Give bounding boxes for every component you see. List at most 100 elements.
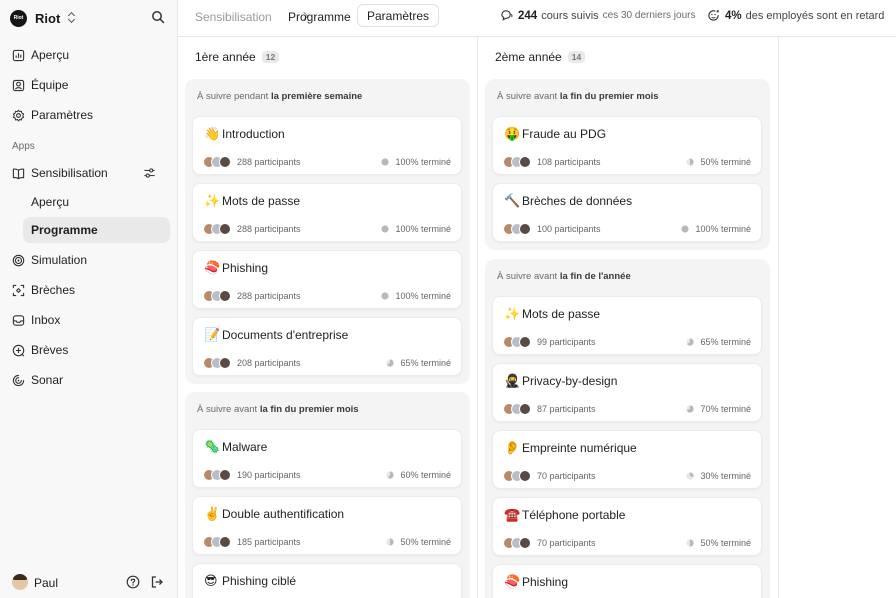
avatar	[519, 537, 531, 549]
participant-avatars	[503, 336, 537, 348]
breadcrumb-programme[interactable]: Programme	[288, 10, 351, 24]
apps-section-title: Apps	[12, 141, 35, 152]
sidebar-item-apercu[interactable]: Aperçu	[6, 42, 170, 68]
course-card[interactable]: 🔨 Brèches de données 100 participants 100% …	[492, 183, 762, 242]
course-card[interactable]: 🍣 Phishing	[492, 564, 762, 598]
completion-text: 50% terminé	[400, 537, 451, 547]
group-title-prefix: À suivre avant	[497, 91, 558, 102]
course-card[interactable]: 🦠 Malware 190 participants 60% terminé	[192, 429, 462, 488]
sidebar-item-label: Inbox	[31, 313, 61, 327]
sidebar-item-label: Brèches	[31, 283, 76, 297]
course-title: Malware	[222, 440, 268, 454]
completion-text: 65% terminé	[400, 358, 451, 368]
avatar	[519, 403, 531, 415]
progress-pie-icon	[381, 158, 390, 166]
sidebar-item-label: Simulation	[31, 253, 88, 267]
user-name[interactable]: Paul	[34, 576, 58, 590]
courses-stat: 244 cours suivis ces 30 derniers jours	[500, 9, 695, 22]
sidebar-item-breches[interactable]: Brèches	[6, 277, 170, 303]
completion-status: 100% terminé	[381, 157, 451, 167]
course-emoji-icon: 🥷	[504, 374, 521, 389]
avatar	[519, 336, 531, 348]
course-emoji-icon: ✨	[504, 307, 521, 322]
course-card[interactable]: 👋 Introduction 288 participants 100% termin…	[192, 116, 462, 175]
breach-icon	[12, 284, 25, 296]
course-title: Documents d'entreprise	[222, 328, 349, 342]
group-title-deadline: la fin de l'année	[559, 271, 631, 282]
course-card[interactable]: ✨ Mots de passe 288 participants 100% termi…	[192, 183, 462, 242]
participant-count: 87 participants	[537, 404, 596, 414]
search-icon[interactable]	[151, 10, 165, 24]
course-card[interactable]: 👂 Empreinte numérique 70 participants 30% t…	[492, 430, 762, 489]
course-card[interactable]: 📝 Documents d'entreprise 208 participants 6…	[192, 317, 462, 376]
sidebar-item-parametres[interactable]: Paramètres	[6, 102, 170, 128]
participant-avatars	[203, 290, 237, 302]
user-icon	[12, 79, 25, 91]
progress-pie-icon	[381, 225, 390, 233]
courses-count: 244	[518, 9, 538, 22]
course-card[interactable]: 😎 Phishing ciblé	[192, 563, 462, 598]
participant-avatars	[503, 156, 537, 168]
tab-parametres[interactable]: Paramètres	[357, 4, 440, 27]
course-group: À suivre avant la fin du premier mois 🦠 Ma…	[185, 392, 470, 598]
course-emoji-icon: 🔨	[504, 194, 521, 209]
course-title: Privacy-by-design	[522, 374, 618, 388]
help-icon[interactable]	[126, 575, 140, 589]
sidebar-item-apercu-sub[interactable]: Aperçu	[23, 189, 170, 215]
course-title: Téléphone portable	[522, 508, 626, 522]
group-title: À suivre avant la fin de l'année	[497, 271, 631, 282]
completion-text: 65% terminé	[700, 337, 751, 347]
participant-count: 99 participants	[537, 337, 596, 347]
completion-text: 60% terminé	[400, 470, 451, 480]
course-emoji-icon: 📝	[204, 328, 221, 343]
completion-status: 100% terminé	[681, 224, 751, 234]
course-emoji-icon: 👂	[504, 441, 521, 456]
progress-pie-icon	[686, 405, 695, 413]
workspace-switcher[interactable]: Riot Riot	[10, 8, 77, 28]
course-emoji-icon: 🍣	[204, 261, 221, 276]
progress-pie-icon	[386, 471, 395, 479]
completion-text: 100% terminé	[395, 291, 451, 301]
sidebar-footer: Paul	[0, 568, 178, 598]
sidebar-item-equipe[interactable]: Équipe	[6, 72, 170, 98]
avatar[interactable]	[12, 574, 28, 590]
sidebar-item-breves[interactable]: Brèves	[6, 337, 170, 363]
course-group: À suivre avant la fin de l'année ✨ Mots de…	[485, 259, 770, 598]
course-card[interactable]: ✌️ Double authentification 185 participant…	[192, 496, 462, 555]
completion-text: 100% terminé	[395, 224, 451, 234]
participant-avatars	[203, 536, 237, 548]
sidebar-item-label: Paramètres	[31, 108, 94, 122]
completion-text: 100% terminé	[695, 224, 751, 234]
course-card[interactable]: 🤑 Fraude au PDG 108 participants 50% termin…	[492, 116, 762, 175]
sonar-icon	[12, 374, 25, 386]
completion-status: 60% terminé	[386, 470, 451, 480]
progress-pie-icon	[386, 538, 395, 546]
breadcrumb-sensibilisation[interactable]: Sensibilisation	[195, 10, 272, 24]
course-title: Empreinte numérique	[522, 441, 637, 455]
group-title-deadline: la première semaine	[270, 91, 363, 102]
course-title: Brèches de données	[522, 194, 633, 208]
completion-status: 100% terminé	[381, 291, 451, 301]
sidebar-item-inbox[interactable]: Inbox	[6, 307, 170, 333]
course-card[interactable]: ☎️ Téléphone portable 70 participants 50% t…	[492, 497, 762, 556]
course-emoji-icon: ☎️	[504, 508, 521, 523]
sidebar-item-sensibilisation[interactable]: Sensibilisation	[6, 160, 170, 186]
sidebar-item-sonar[interactable]: Sonar	[6, 367, 170, 393]
sidebar-item-programme-sub[interactable]: Programme	[23, 217, 170, 243]
course-card[interactable]: 🍣 Phishing 288 participants 100% terminé	[192, 250, 462, 309]
participant-avatars	[203, 469, 237, 481]
course-emoji-icon: ✌️	[204, 507, 221, 522]
sidebar-item-simulation[interactable]: Simulation	[6, 247, 170, 273]
course-title: Phishing	[522, 575, 569, 589]
filter-icon[interactable]	[143, 167, 156, 179]
course-card[interactable]: ✨ Mots de passe 99 participants 65% terminé	[492, 296, 762, 355]
top-bar: Sensibilisation Programme Paramètres 244…	[178, 0, 896, 37]
completion-status: 65% terminé	[686, 337, 751, 347]
group-title: À suivre avant la fin du premier mois	[497, 91, 659, 102]
participant-count: 185 participants	[237, 537, 301, 547]
column-title: 1ère année	[195, 50, 256, 64]
logout-icon[interactable]	[150, 575, 164, 589]
sidebar-item-label: Aperçu	[31, 48, 70, 62]
course-card[interactable]: 🥷 Privacy-by-design 87 participants 70% ter…	[492, 363, 762, 422]
avatar	[219, 536, 231, 548]
